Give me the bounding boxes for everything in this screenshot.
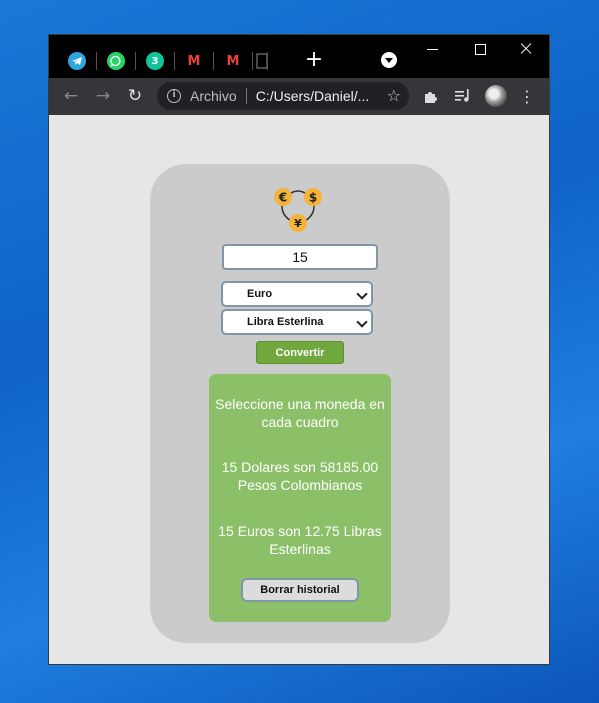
extensions-icon[interactable] <box>420 85 442 107</box>
tab-separator <box>174 52 175 70</box>
clear-history-button[interactable]: Borrar historial <box>241 578 359 602</box>
currency-exchange-logo-icon: € $ ¥ <box>274 188 322 232</box>
tab-separator <box>135 52 136 70</box>
back-icon[interactable]: ← <box>59 84 83 108</box>
forward-icon[interactable]: → <box>91 84 115 108</box>
euro-symbol: € <box>278 191 287 205</box>
gmail-icon[interactable]: M <box>185 52 203 70</box>
to-currency-select[interactable]: Libra Esterlina <box>221 309 373 335</box>
browser-toolbar: ← → ↻ i Archivo C:/Users/Daniel/... ☆ ⋮ <box>49 78 549 115</box>
yen-symbol: ¥ <box>294 217 302 230</box>
profile-avatar[interactable] <box>485 85 507 107</box>
from-currency-select[interactable]: Euro <box>221 281 373 307</box>
from-currency-value: Euro <box>247 288 273 300</box>
history-panel: Seleccione una moneda en cada cuadro 15 … <box>209 374 391 622</box>
bookmark-star-icon[interactable]: ☆ <box>387 86 401 105</box>
menu-kebab-icon[interactable]: ⋮ <box>516 85 538 107</box>
tab-search-icon[interactable] <box>381 52 397 68</box>
chevron-down-icon <box>356 316 368 328</box>
tab-strip: 3 M M + <box>49 35 549 78</box>
info-icon[interactable]: i <box>167 89 181 103</box>
browser-window: 3 M M + ← → ↻ i Archivo C:/Users/Daniel/… <box>48 34 550 665</box>
address-bar[interactable]: i Archivo C:/Users/Daniel/... ☆ <box>157 82 409 110</box>
close-icon[interactable] <box>514 41 538 57</box>
tab-separator <box>267 52 268 70</box>
chevron-down-icon <box>356 288 368 300</box>
convert-button[interactable]: Convertir <box>256 341 344 364</box>
history-message: Seleccione una moneda en cada cuadro <box>215 396 385 430</box>
document-icon[interactable] <box>253 52 271 70</box>
address-label: Archivo <box>190 88 237 104</box>
maximize-icon[interactable] <box>469 41 493 57</box>
page-content: € $ ¥ Euro Libra Esterlina Convertir Sel… <box>49 115 549 664</box>
tab-separator <box>213 52 214 70</box>
history-message: 15 Dolares son 58185.00 Pesos Colombiano… <box>221 459 379 493</box>
whatsapp-icon[interactable] <box>107 52 125 70</box>
history-message: 15 Euros son 12.75 Libras Esterlinas <box>218 523 382 557</box>
telegram-icon[interactable] <box>68 52 86 70</box>
amount-input[interactable] <box>222 244 378 270</box>
grammarly-icon[interactable]: 3 <box>146 52 164 70</box>
to-currency-value: Libra Esterlina <box>247 316 324 328</box>
address-separator <box>245 88 247 104</box>
minimize-icon[interactable] <box>421 41 445 57</box>
address-url[interactable]: C:/Users/Daniel/... <box>256 88 370 104</box>
dollar-symbol: $ <box>309 191 317 205</box>
new-tab-button[interactable]: + <box>303 48 325 72</box>
gmail-icon[interactable]: M <box>224 52 242 70</box>
reload-icon[interactable]: ↻ <box>123 84 147 108</box>
tab-separator <box>96 52 97 70</box>
converter-card: € $ ¥ Euro Libra Esterlina Convertir Sel… <box>150 164 450 643</box>
media-control-icon[interactable] <box>452 85 474 107</box>
